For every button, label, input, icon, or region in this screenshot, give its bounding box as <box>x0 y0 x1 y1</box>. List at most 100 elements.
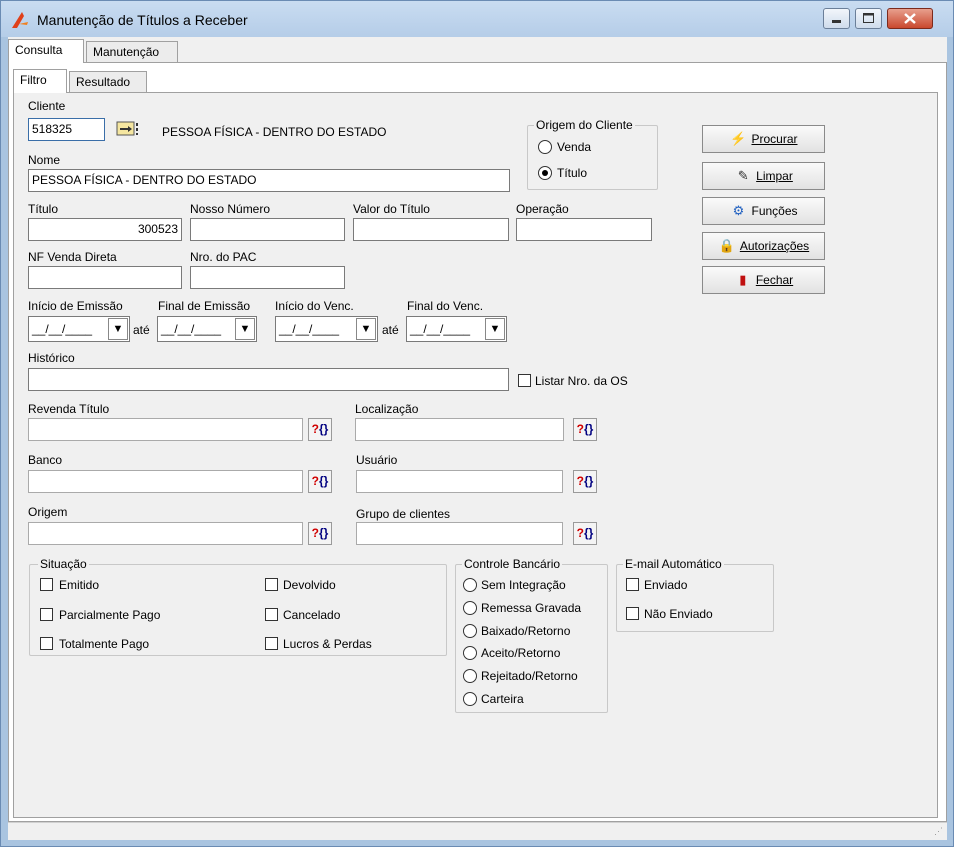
lucros-perdas-checkbox[interactable] <box>265 637 278 650</box>
nro-pac-label: Nro. do PAC <box>190 250 257 264</box>
situacao-title: Situação <box>38 557 89 571</box>
origem-lookup-button[interactable]: ?{} <box>308 522 332 545</box>
banco-lookup-button[interactable]: ?{} <box>308 470 332 493</box>
enviado-label: Enviado <box>644 578 688 592</box>
nome-label: Nome <box>28 153 61 167</box>
cliente-code-input[interactable]: 518325 <box>28 118 105 141</box>
historico-label: Histórico <box>28 351 75 365</box>
fechar-button[interactable]: ▮ Fechar <box>702 266 825 294</box>
email-automatico-group: E-mail Automático Enviado Não Enviado <box>616 557 774 632</box>
minimize-icon <box>832 20 841 23</box>
minimize-button[interactable] <box>823 8 850 29</box>
usuario-lookup-button[interactable]: ?{} <box>573 470 597 493</box>
origem-cliente-title: Origem do Cliente <box>534 118 635 132</box>
valor-titulo-label: Valor do Título <box>353 202 430 216</box>
totalmente-pago-checkbox[interactable] <box>40 637 53 650</box>
tab-filtro[interactable]: Filtro <box>13 69 67 93</box>
banco-input[interactable] <box>28 470 303 493</box>
chevron-down-icon[interactable]: ▼ <box>485 318 505 340</box>
origem-cliente-group: Origem do Cliente Venda Título <box>527 118 658 190</box>
nao-enviado-label: Não Enviado <box>644 607 713 621</box>
tab-consulta[interactable]: Consulta <box>8 39 84 63</box>
radio-baixado-retorno[interactable] <box>463 624 477 638</box>
nro-pac-input[interactable] <box>190 266 345 289</box>
inicio-venc-date[interactable]: __/__/____ ▼ <box>275 316 378 342</box>
main-window: Manutenção de Títulos a Receber Consulta… <box>0 0 954 847</box>
controle-bancario-group: Controle Bancário Sem Integração Remessa… <box>455 557 608 713</box>
radio-carteira[interactable] <box>463 692 477 706</box>
enviado-checkbox[interactable] <box>626 578 639 591</box>
aceito-retorno-label: Aceito/Retorno <box>481 646 561 660</box>
limpar-button[interactable]: ✎ Limpar <box>702 162 825 190</box>
ate-label-1: até <box>133 323 150 337</box>
devolvido-checkbox[interactable] <box>265 578 278 591</box>
localizacao-lookup-button[interactable]: ?{} <box>573 418 597 441</box>
revenda-titulo-input[interactable] <box>28 418 303 441</box>
radio-rejeitado-retorno[interactable] <box>463 669 477 683</box>
listar-os-checkbox[interactable] <box>518 374 531 387</box>
emitido-label: Emitido <box>59 578 100 592</box>
sem-integracao-label: Sem Integração <box>481 578 566 592</box>
funcoes-button[interactable]: ⚙ Funções <box>702 197 825 225</box>
autorizacoes-button[interactable]: 🔒 Autorizações <box>702 232 825 260</box>
origem-input[interactable] <box>28 522 303 545</box>
client-area: Consulta Manutenção Filtro Resultado Cli… <box>8 37 947 840</box>
titulo-input[interactable]: 300523 <box>28 218 182 241</box>
radio-titulo[interactable] <box>538 166 552 180</box>
nf-venda-direta-input[interactable] <box>28 266 182 289</box>
tab-resultado[interactable]: Resultado <box>69 71 147 93</box>
radio-sem-integracao[interactable] <box>463 578 477 592</box>
ate-label-2: até <box>382 323 399 337</box>
valor-titulo-input[interactable] <box>353 218 509 241</box>
cliente-search-button[interactable] <box>115 119 142 141</box>
functions-icon: ⚙ <box>732 203 745 218</box>
maximize-button[interactable] <box>855 8 882 29</box>
radio-remessa-gravada[interactable] <box>463 601 477 615</box>
titulo-label: Título <box>28 202 59 216</box>
operacao-input[interactable] <box>516 218 652 241</box>
radio-venda[interactable] <box>538 140 552 154</box>
remessa-gravada-label: Remessa Gravada <box>481 601 582 615</box>
carteira-label: Carteira <box>481 692 524 706</box>
final-emissao-date[interactable]: __/__/____ ▼ <box>157 316 257 342</box>
inicio-emissao-label: Início de Emissão <box>28 299 123 313</box>
parcialmente-pago-label: Parcialmente Pago <box>59 608 161 622</box>
procurar-button[interactable]: ⚡ Procurar <box>702 125 825 153</box>
close-window-button[interactable] <box>887 8 933 29</box>
cancelado-label: Cancelado <box>283 608 341 622</box>
cancelado-checkbox[interactable] <box>265 608 278 621</box>
resize-grip-icon[interactable]: ⋰ <box>934 826 943 837</box>
inicio-emissao-date[interactable]: __/__/____ ▼ <box>28 316 130 342</box>
listar-os-label: Listar Nro. da OS <box>535 374 628 388</box>
nosso-numero-input[interactable] <box>190 218 345 241</box>
final-venc-date[interactable]: __/__/____ ▼ <box>406 316 507 342</box>
hand-pointer-icon <box>116 121 138 136</box>
grupo-clientes-lookup-button[interactable]: ?{} <box>573 522 597 545</box>
door-exit-icon: ▮ <box>739 272 747 287</box>
lucros-perdas-label: Lucros & Perdas <box>283 637 372 651</box>
window-title: Manutenção de Títulos a Receber <box>37 12 248 28</box>
status-bar: ⋰ <box>8 822 947 840</box>
grupo-clientes-input[interactable] <box>356 522 563 545</box>
nome-input[interactable]: PESSOA FÍSICA - DENTRO DO ESTADO <box>28 169 510 192</box>
nosso-numero-label: Nosso Número <box>190 202 271 216</box>
totalmente-pago-label: Totalmente Pago <box>59 637 150 651</box>
title-bar[interactable]: Manutenção de Títulos a Receber <box>1 1 953 37</box>
chevron-down-icon[interactable]: ▼ <box>235 318 255 340</box>
situacao-group: Situação Emitido Parcialmente Pago Total… <box>29 557 447 656</box>
close-icon <box>904 13 916 24</box>
radio-aceito-retorno[interactable] <box>463 646 477 660</box>
emitido-checkbox[interactable] <box>40 578 53 591</box>
localizacao-input[interactable] <box>355 418 564 441</box>
tab-manutencao[interactable]: Manutenção <box>86 41 178 63</box>
chevron-down-icon[interactable]: ▼ <box>108 318 128 340</box>
historico-input[interactable] <box>28 368 509 391</box>
revenda-lookup-button[interactable]: ?{} <box>308 418 332 441</box>
nao-enviado-checkbox[interactable] <box>626 607 639 620</box>
eraser-icon: ✎ <box>737 168 749 183</box>
chevron-down-icon[interactable]: ▼ <box>356 318 376 340</box>
usuario-input[interactable] <box>356 470 563 493</box>
revenda-titulo-label: Revenda Título <box>28 402 110 416</box>
maximize-icon <box>863 13 874 23</box>
parcialmente-pago-checkbox[interactable] <box>40 608 53 621</box>
